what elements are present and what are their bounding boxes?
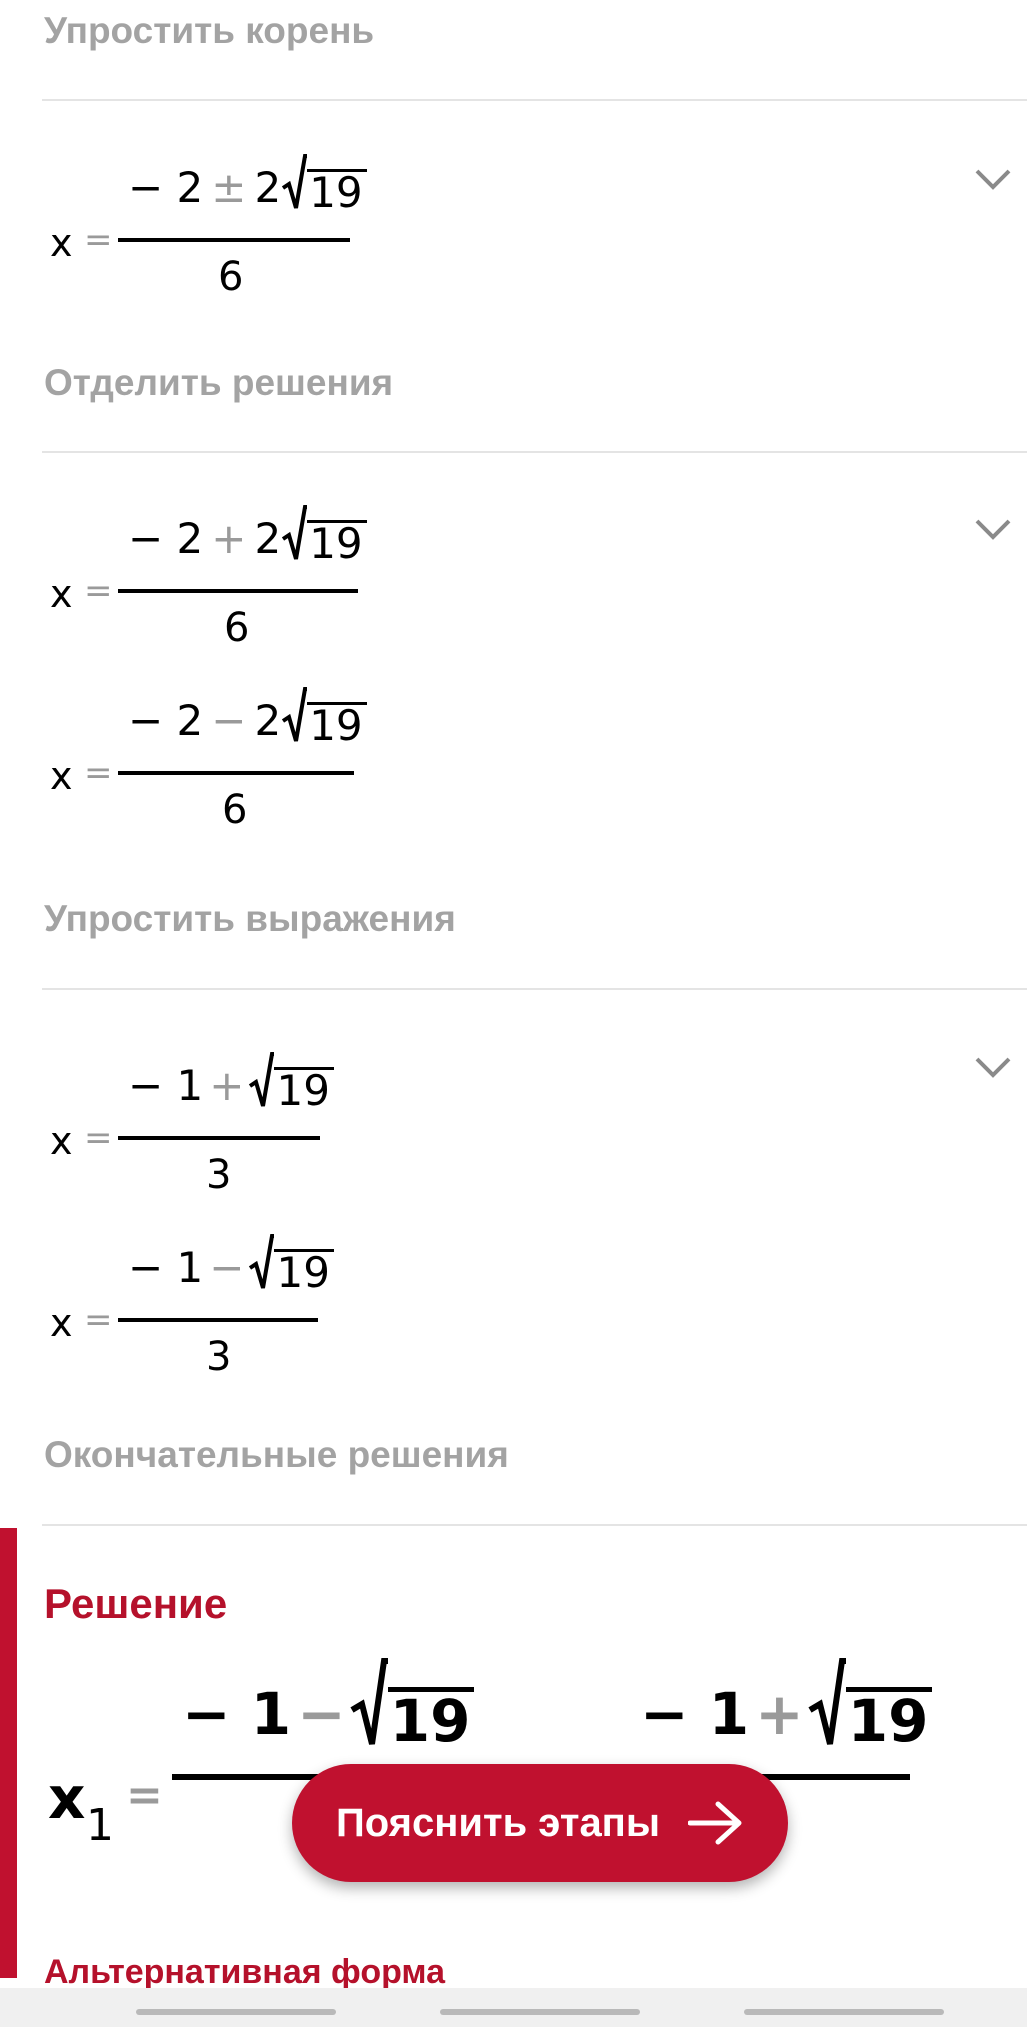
radicand: 19 — [274, 1249, 334, 1294]
section-title-simplify-root: Упростить корень — [44, 10, 375, 51]
sqrt-symbol: 19 — [248, 1232, 334, 1294]
fraction-bar — [118, 1136, 320, 1140]
equals-sign: = — [126, 1770, 163, 1821]
equation-variable: x — [50, 572, 73, 616]
arrow-right-icon — [688, 1801, 742, 1845]
sqrt-symbol: 19 — [808, 1656, 933, 1750]
solution-variable: x — [48, 1764, 86, 1832]
denominator: 6 — [218, 254, 244, 300]
sqrt-symbol: 19 — [248, 1050, 334, 1112]
operator: + — [211, 514, 247, 563]
solution-accent-stripe — [0, 1528, 17, 1978]
operator: − — [211, 696, 247, 745]
explain-steps-label: Пояснить этапы — [336, 1800, 661, 1845]
denominator: 6 — [224, 605, 250, 651]
fraction-bar — [118, 589, 358, 593]
equation-variable: x — [50, 1301, 73, 1345]
radicand: 19 — [274, 1067, 334, 1112]
operator: ± — [211, 163, 247, 212]
numerator: − 2 ± 2 19 — [128, 154, 367, 214]
denominator: 6 — [222, 787, 248, 833]
equation-minus: x = − 2 − 2 19 6 — [50, 687, 370, 843]
numerator-term: − 2 — [128, 163, 204, 212]
denominator: 3 — [206, 1152, 232, 1198]
solution-subscript: 1 — [86, 1800, 114, 1851]
sqrt-symbol: 19 — [281, 152, 367, 214]
coefficient: 2 — [254, 163, 282, 212]
radicand: 19 — [845, 1687, 933, 1750]
equals-sign: = — [84, 220, 113, 260]
radicand: 19 — [307, 702, 367, 747]
numerator: − 2 + 2 19 — [128, 505, 367, 565]
equation-plus-minus: x = − 2 ± 2 19 6 — [50, 154, 370, 310]
numerator-term: − 1 — [128, 1243, 204, 1292]
system-navigation-bar — [0, 1988, 1027, 2027]
radicand: 19 — [307, 169, 367, 214]
fraction-bar — [118, 1318, 318, 1322]
equation-x-minus: x = − 1 − 19 3 — [50, 1234, 334, 1390]
equation-plus: x = − 2 + 2 19 6 — [50, 505, 370, 661]
radicand: 19 — [307, 520, 367, 565]
equation-variable: x — [50, 1119, 73, 1163]
section-title-final-solutions: Окончательные решения — [44, 1434, 509, 1475]
equation-variable: x — [50, 754, 73, 798]
numerator: − 1 − 19 — [128, 1234, 334, 1294]
fraction-bar — [118, 238, 350, 242]
operator: + — [209, 1061, 245, 1110]
equation-x-plus: x = − 1 + 19 3 — [50, 1052, 334, 1208]
numerator-term: − 1 — [128, 1061, 204, 1110]
nav-pill[interactable] — [744, 2009, 944, 2015]
section-title-simplify-expressions: Упростить выражения — [44, 898, 456, 939]
sqrt-symbol: 19 — [281, 685, 367, 747]
explain-steps-button[interactable]: Пояснить этапы — [292, 1764, 788, 1882]
divider — [42, 99, 1027, 101]
numerator-term: − 2 — [128, 514, 204, 563]
operator: − — [297, 1680, 346, 1748]
numerator: − 1 − 19 — [182, 1658, 475, 1750]
coefficient: 2 — [254, 696, 282, 745]
numerator: − 1 + 19 — [128, 1052, 334, 1112]
numerator-term: − 2 — [128, 696, 204, 745]
coefficient: 2 — [254, 514, 282, 563]
radicand: 19 — [387, 1687, 475, 1750]
operator: − — [209, 1243, 245, 1292]
divider — [42, 1524, 1027, 1526]
alternative-form-link[interactable]: Альтернативная форма — [44, 1953, 445, 1992]
equals-sign: = — [84, 571, 113, 611]
section-title-separate-solutions: Отделить решения — [44, 362, 394, 403]
denominator: 3 — [206, 1334, 232, 1380]
divider — [42, 451, 1027, 453]
sqrt-symbol: 19 — [350, 1656, 475, 1750]
numerator-term: − 1 — [640, 1680, 750, 1748]
solution-title: Решение — [44, 1580, 228, 1627]
divider — [42, 988, 1027, 990]
equals-sign: = — [84, 1300, 113, 1340]
sqrt-symbol: 19 — [281, 503, 367, 565]
fraction-bar — [118, 771, 354, 775]
equals-sign: = — [84, 753, 113, 793]
equals-sign: = — [84, 1118, 113, 1158]
numerator: − 1 + 19 — [640, 1658, 933, 1750]
chevron-down-icon[interactable] — [975, 518, 1011, 540]
equation-variable: x — [50, 221, 73, 265]
chevron-down-icon[interactable] — [975, 1056, 1011, 1078]
nav-pill[interactable] — [440, 2009, 640, 2015]
operator: + — [755, 1680, 804, 1748]
numerator-term: − 1 — [182, 1680, 292, 1748]
nav-pill[interactable] — [136, 2009, 336, 2015]
chevron-down-icon[interactable] — [975, 168, 1011, 190]
numerator: − 2 − 2 19 — [128, 687, 367, 747]
